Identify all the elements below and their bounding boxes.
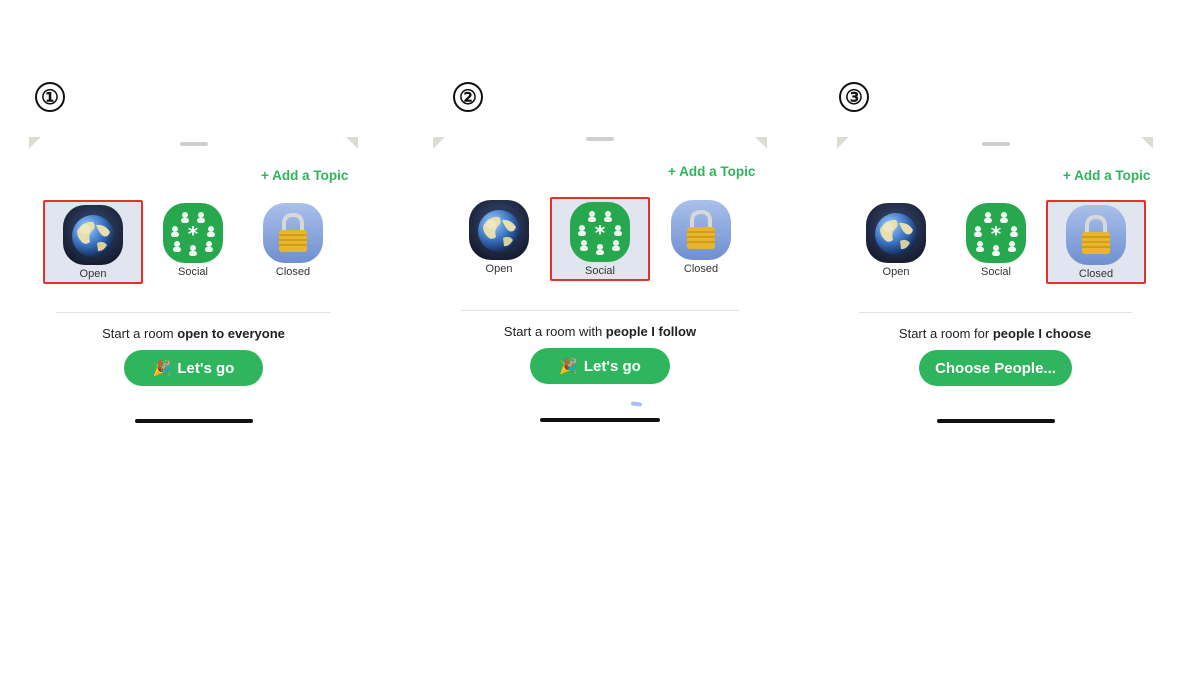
room-option-label: Social	[585, 265, 615, 277]
panel-corner	[837, 137, 849, 149]
globe-icon	[866, 203, 926, 263]
room-description-emphasis: people I choose	[992, 326, 1092, 341]
lets-go-button[interactable]: 🎉 Let's go	[124, 350, 263, 386]
lets-go-label: Let's go	[177, 359, 235, 377]
room-option-closed[interactable]: Closed	[651, 197, 751, 281]
drag-handle[interactable]	[180, 142, 208, 146]
room-option-closed[interactable]: Closed	[1046, 200, 1146, 284]
choose-people-button[interactable]: Choose People...	[919, 350, 1072, 386]
people-icon: *	[570, 202, 630, 262]
room-description-emphasis: people I follow	[605, 324, 697, 339]
add-topic-link[interactable]: + Add a Topic	[668, 164, 755, 179]
step-number-3: ③	[839, 82, 869, 112]
globe-icon	[469, 200, 529, 260]
panel-corner	[433, 137, 445, 149]
people-icon: *	[966, 203, 1026, 263]
room-option-label: Closed	[1078, 268, 1114, 280]
room-description: Start a room open to everyone	[29, 326, 358, 341]
party-popper-icon: 🎉	[559, 358, 578, 375]
lock-icon	[263, 203, 323, 263]
svg-text:*: *	[595, 221, 606, 245]
room-option-label: Open	[485, 263, 513, 275]
home-indicator[interactable]	[937, 419, 1055, 423]
room-option-social[interactable]: * Social	[143, 200, 243, 284]
room-option-social[interactable]: * Social	[946, 200, 1046, 284]
room-option-label: Closed	[683, 263, 719, 275]
panel-corner	[346, 137, 358, 149]
step-number-1: ①	[35, 82, 65, 112]
room-description-prefix: Start a room for	[898, 326, 993, 341]
globe-icon	[63, 205, 123, 265]
people-icon: *	[163, 203, 223, 263]
room-option-label: Social	[981, 266, 1011, 278]
panel-corner	[1141, 137, 1153, 149]
party-popper-icon: 🎉	[152, 360, 172, 377]
room-description-prefix: Start a room	[102, 326, 178, 341]
room-description: Start a room for people I choose	[837, 326, 1153, 341]
divider	[859, 312, 1132, 313]
room-option-label: Open	[79, 268, 107, 280]
lets-go-button[interactable]: 🎉 Let's go	[530, 348, 670, 384]
room-option-open[interactable]: Open	[43, 200, 143, 284]
lets-go-label: Let's go	[583, 357, 641, 375]
room-option-closed[interactable]: Closed	[243, 200, 343, 284]
room-option-open[interactable]: Open	[846, 200, 946, 284]
room-type-panel-1: + Add a Topic Open * Social Closed Start…	[29, 137, 358, 437]
room-description-emphasis: open to everyone	[177, 326, 285, 341]
loading-indicator	[630, 401, 643, 407]
room-type-panel-3: + Add a Topic Open * Social Closed Start…	[837, 137, 1153, 437]
room-option-label: Closed	[275, 266, 311, 278]
room-option-social[interactable]: * Social	[550, 197, 650, 281]
room-description: Start a room with people I follow	[433, 324, 767, 339]
lock-icon	[1066, 205, 1126, 265]
svg-text:*: *	[188, 222, 199, 246]
room-option-label: Open	[882, 266, 910, 278]
room-type-panel-2: + Add a Topic Open * Social Closed Start…	[433, 137, 767, 437]
divider	[56, 312, 331, 313]
lock-icon	[671, 200, 731, 260]
panel-corner	[29, 137, 41, 149]
drag-handle[interactable]	[982, 142, 1010, 146]
room-option-open[interactable]: Open	[449, 197, 549, 281]
choose-people-label: Choose People...	[935, 359, 1056, 377]
home-indicator[interactable]	[540, 418, 660, 422]
add-topic-link[interactable]: + Add a Topic	[261, 168, 348, 183]
svg-text:*: *	[991, 222, 1002, 246]
home-indicator[interactable]	[135, 419, 253, 423]
add-topic-link[interactable]: + Add a Topic	[1063, 168, 1150, 183]
room-description-prefix: Start a room with	[503, 324, 606, 339]
panel-corner	[755, 137, 767, 149]
drag-handle[interactable]	[586, 137, 614, 141]
step-number-2: ②	[453, 82, 483, 112]
room-option-label: Social	[178, 266, 208, 278]
divider	[461, 310, 739, 311]
